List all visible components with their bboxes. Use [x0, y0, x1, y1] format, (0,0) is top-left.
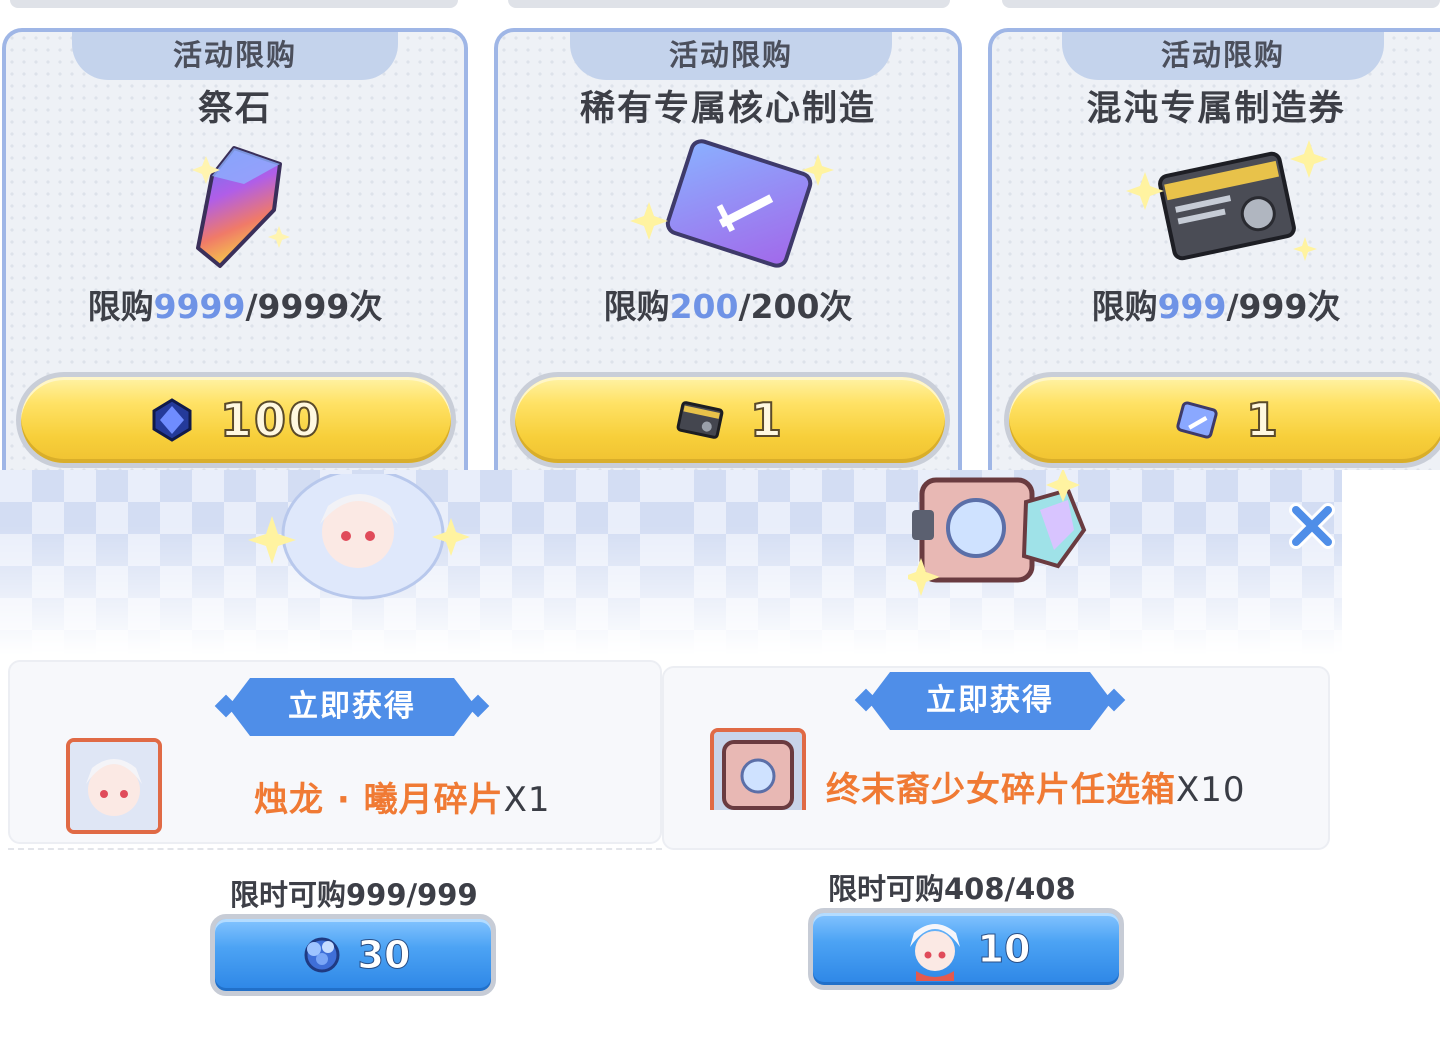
blue-flower-icon — [304, 937, 340, 973]
instant-reward-ribbon: 立即获得 — [228, 678, 476, 736]
reward-item-icon[interactable] — [66, 738, 162, 834]
shop-card-row: 活动限购 祭石 限购9999/9999次 100 活动限购 稀有专属核心制造 限… — [0, 0, 1440, 470]
ticket-card-icon — [1126, 140, 1328, 261]
shop-card-jishi: 活动限购 祭石 限购9999/9999次 100 — [2, 28, 468, 470]
shop-card-rare-core: 活动限购 稀有专属核心制造 限购200/200次 1 — [494, 28, 962, 470]
price-label: 30 — [357, 933, 411, 978]
buy-button[interactable]: 1 — [510, 372, 950, 468]
sword-card-icon — [630, 139, 834, 268]
reward-name: 终末裔少女碎片任选箱X10 — [826, 770, 1246, 810]
sword-card-icon — [1176, 401, 1218, 439]
chest-box-icon — [714, 732, 802, 810]
price-label: 100 — [219, 392, 323, 448]
purchase-popup-shard: 立即获得 烛龙 · 曦月碎片X1 限时可购999/999 30 — [0, 470, 662, 1060]
buy-button[interactable]: 10 — [808, 908, 1124, 990]
buy-button[interactable]: 30 — [210, 914, 496, 996]
character-portrait-icon — [70, 742, 158, 830]
purchase-popup-chest: 立即获得 终末裔少女碎片任选箱X10 限时可购408/408 10 — [662, 470, 1342, 1060]
character-portrait-icon — [248, 474, 470, 600]
price-label: 1 — [1245, 392, 1280, 448]
reward-item-icon[interactable] — [710, 728, 806, 810]
purchase-limit: 限购999/999次 — [1091, 287, 1341, 326]
purchase-limit: 限购200/200次 — [603, 287, 853, 326]
dashed-divider — [8, 848, 662, 850]
event-limited-tag: 活动限购 — [1062, 32, 1384, 80]
gem-stone-icon — [192, 146, 290, 268]
blue-crystal-icon — [152, 398, 192, 442]
buy-button[interactable]: 1 — [1004, 372, 1440, 468]
event-limited-tag: 活动限购 — [72, 32, 398, 80]
purchase-limit: 限购9999/9999次 — [87, 287, 383, 326]
instant-reward-ribbon: 立即获得 — [868, 672, 1112, 730]
item-name: 混沌专属制造券 — [1086, 89, 1346, 129]
price-label: 10 — [977, 927, 1031, 972]
reward-name: 烛龙 · 曦月碎片X1 — [254, 780, 551, 820]
item-name: 祭石 — [197, 89, 272, 129]
character-portrait-icon — [909, 924, 960, 981]
time-limited-count: 限时可购408/408 — [828, 872, 1076, 906]
event-limited-tag: 活动限购 — [570, 32, 892, 80]
card-stub — [1002, 0, 1440, 8]
chest-box-icon — [908, 470, 1087, 596]
ticket-card-icon — [676, 401, 724, 439]
shop-card-chaos-ticket: 活动限购 混沌专属制造券 限购999/999次 1 — [988, 28, 1440, 470]
price-label: 1 — [749, 392, 784, 448]
time-limited-count: 限时可购999/999 — [230, 878, 478, 912]
close-icon[interactable] — [1288, 502, 1336, 550]
item-name: 稀有专属核心制造 — [579, 89, 876, 129]
card-stub — [10, 0, 458, 8]
buy-button[interactable]: 100 — [16, 372, 456, 468]
card-stub — [508, 0, 950, 8]
